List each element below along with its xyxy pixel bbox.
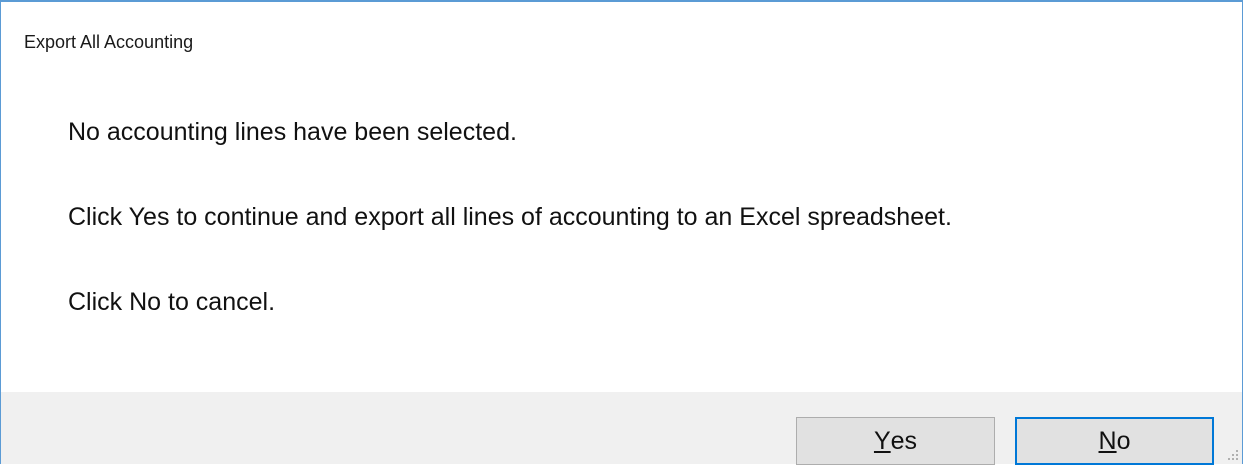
message-line-2: Click Yes to continue and export all lin…	[68, 203, 952, 231]
title-bar[interactable]: Export All Accounting	[1, 2, 1242, 72]
yes-label-rest: es	[890, 426, 918, 455]
yes-button[interactable]: Yes	[796, 417, 995, 465]
dialog-title: Export All Accounting	[24, 32, 194, 52]
message-line-3: Click No to cancel.	[68, 288, 276, 316]
export-dialog: Export All Accounting No accounting line…	[0, 0, 1243, 465]
no-button[interactable]: No	[1015, 417, 1214, 465]
message-line-1: No accounting lines have been selected.	[68, 118, 517, 146]
no-accelerator: N	[1098, 426, 1117, 455]
no-label-rest: o	[1116, 426, 1131, 455]
resize-grip-icon[interactable]	[1225, 447, 1239, 461]
button-bar: Yes No	[1, 392, 1242, 465]
yes-accelerator: Y	[873, 426, 891, 455]
